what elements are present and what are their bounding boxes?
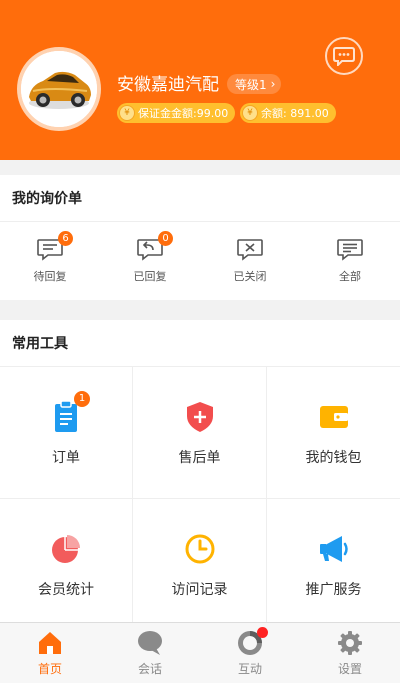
balance-label: 余额: 891.00	[261, 107, 329, 120]
tool-orders[interactable]: 1 订单	[0, 367, 133, 499]
chevron-right-icon: ›	[270, 77, 276, 91]
inquiry-label: 待回复	[33, 270, 67, 283]
tool-label: 推广服务	[305, 581, 362, 598]
tab-interact[interactable]: 互动	[200, 623, 300, 683]
coin-icon: ¥	[119, 105, 135, 121]
gear-icon	[336, 629, 364, 657]
inquiry-section: 我的询价单 6 待回复 0 已回复 已关闭 全部	[0, 175, 400, 300]
inquiry-closed-icon	[236, 238, 264, 262]
inquiry-label: 已关闭	[233, 270, 267, 283]
shield-plus-icon	[182, 399, 218, 435]
tab-label: 设置	[337, 662, 362, 676]
clock-icon	[182, 531, 218, 567]
interact-icon	[236, 627, 268, 657]
tab-label: 互动	[237, 662, 262, 676]
profile-header: 安徽嘉迪汽配 等级1 › ¥ 保证金金额:99.00 ¥ 余额: 891.00	[0, 0, 400, 160]
inquiry-row: 6 待回复 0 已回复 已关闭 全部	[0, 222, 400, 300]
avatar[interactable]	[17, 47, 101, 131]
tools-grid: 1 订单 售后单 我的钱包 会员统计 访问记录 推广服务	[0, 367, 400, 622]
inquiry-label: 已回复	[133, 270, 167, 283]
tool-label: 订单	[52, 449, 80, 466]
deposit-pill: ¥ 保证金金额:99.00	[117, 103, 236, 123]
tools-title: 常用工具	[0, 320, 400, 367]
inquiry-pending-icon: 6	[36, 231, 73, 262]
tool-visit-records[interactable]: 访问记录	[133, 499, 267, 622]
tool-wallet[interactable]: 我的钱包	[267, 367, 400, 499]
megaphone-icon	[316, 531, 352, 567]
tool-label: 访问记录	[171, 581, 228, 598]
tab-label: 会话	[137, 662, 162, 676]
balance-pill: ¥ 余额: 891.00	[240, 103, 336, 123]
chat-icon	[136, 629, 164, 657]
bottom-tab-bar: 首页 会话 互动 设置	[0, 622, 400, 683]
wallet-icon	[316, 399, 352, 435]
tool-promotion[interactable]: 推广服务	[267, 499, 400, 622]
inquiry-all[interactable]: 全部	[300, 222, 400, 300]
inquiry-all-icon	[336, 238, 364, 262]
level-label: 等级1	[235, 77, 267, 92]
coin-icon: ¥	[242, 105, 258, 121]
tool-after-sales[interactable]: 售后单	[133, 367, 267, 499]
inquiry-replied[interactable]: 0 已回复	[100, 222, 200, 300]
tab-settings[interactable]: 设置	[300, 623, 400, 683]
level-badge[interactable]: 等级1 ›	[227, 74, 282, 94]
clipboard-icon: 1	[48, 390, 90, 435]
notification-dot	[257, 627, 268, 638]
car-avatar-icon	[21, 51, 97, 127]
tool-label: 我的钱包	[305, 449, 362, 466]
deposit-label: 保证金金额:99.00	[138, 107, 229, 120]
tab-chat[interactable]: 会话	[100, 623, 200, 683]
inquiry-label: 全部	[339, 270, 361, 283]
inquiry-title: 我的询价单	[0, 175, 400, 222]
tab-label: 首页	[37, 662, 62, 676]
tool-label: 售后单	[178, 449, 221, 466]
tool-label: 会员统计	[38, 581, 94, 598]
tool-member-stats[interactable]: 会员统计	[0, 499, 133, 622]
inquiry-pending[interactable]: 6 待回复	[0, 222, 100, 300]
home-icon	[36, 629, 64, 657]
replied-count-badge: 0	[158, 231, 173, 246]
pie-chart-icon	[48, 531, 84, 567]
inquiry-closed[interactable]: 已关闭	[200, 222, 300, 300]
chat-bubble-icon	[333, 47, 355, 66]
orders-count-badge: 1	[74, 390, 90, 407]
inquiry-replied-icon: 0	[136, 231, 173, 262]
tab-home[interactable]: 首页	[0, 623, 100, 683]
pending-count-badge: 6	[58, 231, 73, 246]
shop-name: 安徽嘉迪汽配	[117, 75, 219, 95]
tools-section: 常用工具 1 订单 售后单 我的钱包 会员统计 访问记录 推广服务	[0, 320, 400, 622]
message-button[interactable]	[325, 37, 363, 75]
